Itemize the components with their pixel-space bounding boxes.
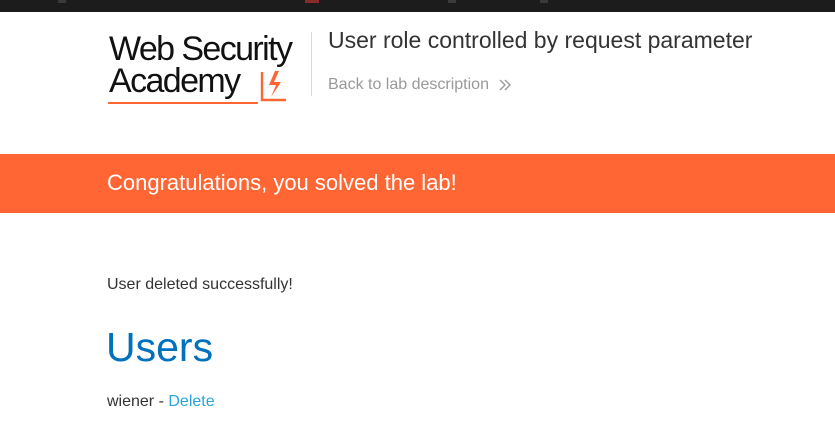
browser-top-strip [0, 0, 835, 12]
top-strip-mark [540, 0, 548, 3]
user-row-separator: - [154, 393, 169, 410]
top-strip-mark [448, 0, 456, 3]
top-strip-mark [305, 0, 319, 3]
page-title: Users [106, 324, 214, 370]
logo-text-line2: Academy [109, 62, 241, 100]
header-divider [311, 32, 312, 96]
top-strip-mark [58, 0, 66, 3]
lightning-bolt-icon [260, 71, 286, 102]
lab-title: User role controlled by request paramete… [328, 27, 753, 53]
user-row: wiener - Delete [107, 393, 215, 411]
username: wiener [107, 393, 155, 410]
lab-solved-banner: Congratulations, you solved the lab! [0, 154, 835, 213]
solved-message: Congratulations, you solved the lab! [107, 170, 457, 195]
back-link-label: Back to lab description [328, 76, 489, 93]
status-message: User deleted successfully! [107, 276, 293, 293]
lab-header: Web Security Academy User role controlle… [0, 12, 835, 154]
back-to-lab-description-link[interactable]: Back to lab description [328, 76, 512, 94]
double-chevron-right-icon [499, 79, 511, 91]
delete-user-link[interactable]: Delete [168, 393, 214, 410]
logo-underline [108, 102, 258, 104]
academy-logo[interactable]: Web Security Academy [106, 30, 311, 110]
